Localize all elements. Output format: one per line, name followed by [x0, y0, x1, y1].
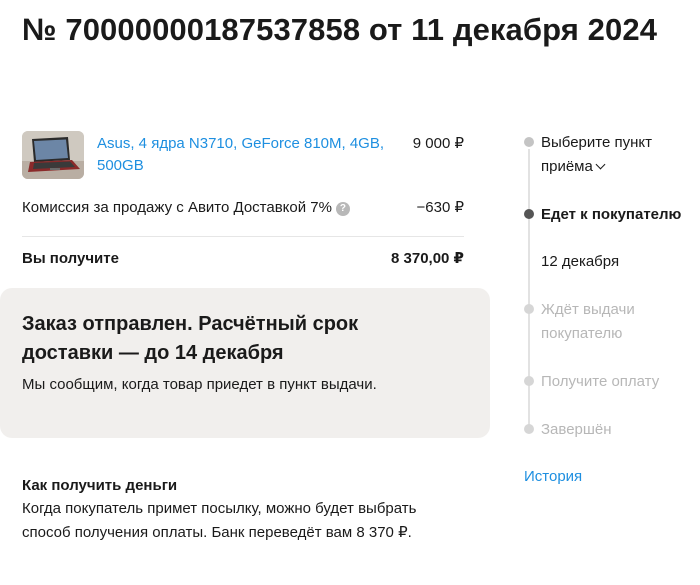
help-icon[interactable]: ?: [335, 202, 350, 216]
timeline-line-1: [528, 149, 530, 209]
timeline-line-2: [528, 216, 530, 428]
fee-amount: −630 ₽: [416, 199, 465, 216]
order-title: № 70000000187537858 от 11 декабря 2024: [22, 12, 658, 47]
timeline-dot-pending: [524, 424, 534, 434]
timeline-step-payment: Получите оплату: [541, 373, 660, 390]
money-text: Когда покупатель примет посылку, можно б…: [22, 500, 417, 541]
timeline-step-select-point[interactable]: Выберите пункт приёма: [541, 131, 691, 179]
timeline-step-date: 12 декабря: [541, 253, 620, 270]
laptop-photo: [22, 131, 84, 179]
timeline-step-current: Едет к покупателю: [541, 206, 682, 223]
timeline-dot-current: [524, 209, 534, 219]
net-label: Вы получите: [22, 250, 119, 267]
timeline-step-label: Выберите пункт приёма: [541, 134, 652, 175]
chevron-down-icon: [595, 159, 606, 170]
item-title-link[interactable]: Asus, 4 ядра N3710, GeForce 810M, 4GB, 5…: [97, 133, 397, 177]
timeline-step-complete: Завершён: [541, 421, 612, 438]
history-link[interactable]: История: [524, 466, 582, 488]
timeline-dot-pending: [524, 304, 534, 314]
item-price: 9 000 ₽: [412, 135, 464, 152]
money-heading: Как получить деньги: [22, 477, 178, 494]
timeline-dot-pending: [524, 376, 534, 386]
fee-label: Комиссия за продажу с Авито Доставкой 7%: [22, 199, 332, 216]
item-thumbnail[interactable]: [22, 131, 84, 179]
divider: [22, 236, 464, 237]
timeline-dot-done: [524, 137, 534, 147]
status-text: Мы сообщим, когда товар приедет в пункт …: [22, 376, 377, 393]
status-heading: Заказ отправлен. Расчётный срок доставки…: [22, 313, 359, 364]
timeline-step-waiting: Ждёт выдачи покупателю: [541, 301, 635, 342]
net-amount: 8 370,00 ₽: [391, 250, 464, 267]
fee-row: Комиссия за продажу с Авито Доставкой 7%…: [22, 197, 350, 219]
status-card: Заказ отправлен. Расчётный срок доставки…: [0, 288, 490, 438]
